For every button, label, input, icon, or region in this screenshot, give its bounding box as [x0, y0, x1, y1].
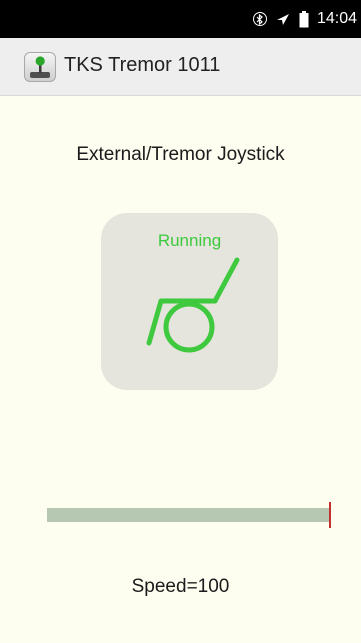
- main-content: External/Tremor Joystick Running Speed=1…: [0, 96, 361, 643]
- speed-label: Speed=100: [131, 576, 230, 597]
- speed-slider-thumb[interactable]: [329, 502, 331, 528]
- battery-icon: [299, 10, 309, 28]
- status-icons: 14:04: [252, 0, 357, 38]
- joystick-app-icon[interactable]: [24, 52, 56, 82]
- status-time: 14:04: [316, 10, 357, 27]
- speed-slider-track[interactable]: [47, 508, 331, 522]
- airplane-icon: [275, 11, 291, 27]
- joystick-toggle-button[interactable]: Running: [101, 213, 278, 390]
- joystick-status-label: Running: [157, 231, 222, 250]
- status-bar: 14:04: [0, 0, 361, 38]
- app-title: TKS Tremor 1011: [64, 54, 221, 76]
- action-bar: TKS Tremor 1011: [0, 38, 361, 96]
- wheelchair-icon: [146, 257, 240, 353]
- bluetooth-icon: [252, 12, 267, 26]
- page-heading: External/Tremor Joystick: [76, 144, 285, 165]
